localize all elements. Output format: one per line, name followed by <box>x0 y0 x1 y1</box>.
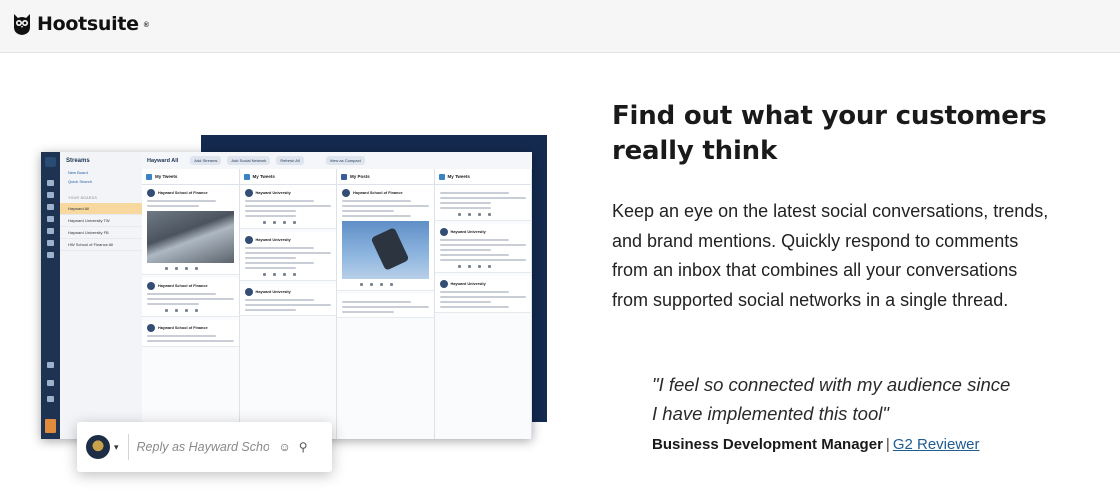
app-nav-rail <box>41 152 60 439</box>
avatar <box>342 189 350 197</box>
view-compact-button: View as Compact <box>325 156 365 165</box>
new-board-link: New Board <box>68 170 88 175</box>
analytics-icon <box>47 252 54 258</box>
stream-post: Hayward School of Finance <box>142 278 239 317</box>
add-social-network-button: Add Social Network <box>227 156 271 165</box>
avatar <box>439 280 448 288</box>
column-title: My Tweets <box>155 174 178 179</box>
post-author: Hayward School of Finance <box>158 191 208 195</box>
apps-icon <box>47 362 54 368</box>
campaign-icon <box>47 240 54 246</box>
help-icon <box>47 396 54 402</box>
post-image <box>147 211 234 263</box>
top-bar: Hootsuite ® <box>0 0 1120 53</box>
stream-post: Hayward University <box>434 276 531 313</box>
registered-mark: ® <box>143 21 149 29</box>
ads-icon <box>47 228 54 234</box>
post-author: Hayward University <box>450 230 486 234</box>
post-author: Hayward University <box>255 290 291 294</box>
streams-title: Streams <box>66 158 90 164</box>
reply-box: ▾ ☺ ⚲ <box>77 422 332 472</box>
divider <box>127 434 129 460</box>
add-streams-button: Add Streams <box>190 156 222 165</box>
emoji-icon[interactable]: ☺ <box>279 440 291 454</box>
avatar <box>147 282 155 290</box>
app-preview-screenshot: Streams New Board Quick Search YOUR BOAR… <box>41 152 532 439</box>
post-author: Hayward University <box>450 282 486 286</box>
feature-copy: Find out what your customers really thin… <box>612 99 1092 315</box>
page-title: Find out what your customers really thin… <box>612 101 1047 166</box>
inbox-icon <box>47 204 54 210</box>
avatar <box>244 236 253 244</box>
avatar <box>147 324 155 332</box>
feature-description: Keep an eye on the latest social convers… <box>612 201 1049 310</box>
post-author: Hayward School of Finance <box>158 284 208 288</box>
post-author: Hayward University <box>255 238 291 242</box>
post-author: Hayward University <box>255 191 291 195</box>
stream-post: Hayward University <box>239 284 336 316</box>
facebook-icon <box>341 173 347 180</box>
board-item: Hayward All <box>60 203 142 215</box>
stream-post: Hayward School of Finance <box>337 185 434 291</box>
board-item: Hayward University FB <box>60 227 142 239</box>
twitter-icon <box>243 173 250 180</box>
post-image <box>342 221 429 279</box>
stream-column: My Tweets Hayward School of Finance Hayw… <box>142 169 240 439</box>
column-title: My Posts <box>350 174 370 179</box>
stream-post: Hayward School of Finance <box>142 320 239 347</box>
board-item: Hayward University TW <box>60 215 142 227</box>
attribution-role: Business Development Manager <box>652 436 883 453</box>
avatar <box>147 189 155 197</box>
stream-post: Hayward School of Finance <box>142 185 239 275</box>
g2-reviewer-link[interactable]: G2 Reviewer <box>893 436 980 453</box>
testimonial-attribution: Business Development Manager | G2 Reviewer <box>652 436 980 453</box>
stream-post <box>337 294 434 318</box>
hootsuite-logo[interactable]: Hootsuite ® <box>11 12 149 36</box>
post-author: Hayward School of Finance <box>353 191 403 195</box>
refresh-all-button: Refresh All <box>276 156 304 165</box>
reply-input[interactable] <box>134 439 271 455</box>
chevron-down-icon[interactable]: ▾ <box>114 442 119 453</box>
quick-search-link: Quick Search <box>68 179 93 184</box>
post-author: Hayward School of Finance <box>158 326 208 330</box>
testimonial-quote: "I feel so connected with my audience si… <box>652 370 1072 428</box>
twitter-icon <box>438 173 445 180</box>
column-title: My Tweets <box>447 174 470 179</box>
stream-post <box>434 185 531 221</box>
quote-line: "I feel so connected with my audience si… <box>652 374 1011 395</box>
streams-panel: Streams New Board Quick Search YOUR BOAR… <box>60 152 143 439</box>
brand-name: Hootsuite <box>37 13 139 35</box>
board-header: Hayward All Add Streams Add Social Netwo… <box>142 152 532 170</box>
profile-icon <box>45 419 56 433</box>
stream-columns: My Tweets Hayward School of Finance Hayw… <box>142 169 532 439</box>
quote-line: I have implemented this tool" <box>652 403 889 424</box>
avatar <box>244 288 253 296</box>
owl-icon <box>14 14 30 35</box>
boards-section-label: YOUR BOARDS <box>68 196 98 200</box>
avatar <box>439 228 448 236</box>
compose-icon <box>45 157 56 167</box>
calendar-icon <box>47 216 54 222</box>
board-title: Hayward All <box>147 157 179 164</box>
twitter-icon <box>146 173 152 180</box>
column-title: My Tweets <box>252 174 275 179</box>
board-item: HW School of Finance All <box>60 239 142 251</box>
attribution-separator: | <box>885 436 890 453</box>
stream-column: My Tweets Hayward University Hayward Uni… <box>239 169 337 439</box>
avatar <box>244 189 253 197</box>
stream-column: My Tweets Hayward University Hayward Uni… <box>434 169 532 439</box>
stream-post: Hayward University <box>434 224 531 273</box>
stream-post: Hayward University <box>239 185 336 229</box>
streams-icon <box>47 180 54 186</box>
planner-icon <box>47 192 54 198</box>
stream-post: Hayward University <box>239 232 336 281</box>
attachment-icon[interactable]: ⚲ <box>299 440 308 454</box>
avatar[interactable] <box>86 435 110 459</box>
stream-column: My Posts Hayward School of Finance <box>337 169 435 439</box>
notifications-icon <box>47 380 54 386</box>
